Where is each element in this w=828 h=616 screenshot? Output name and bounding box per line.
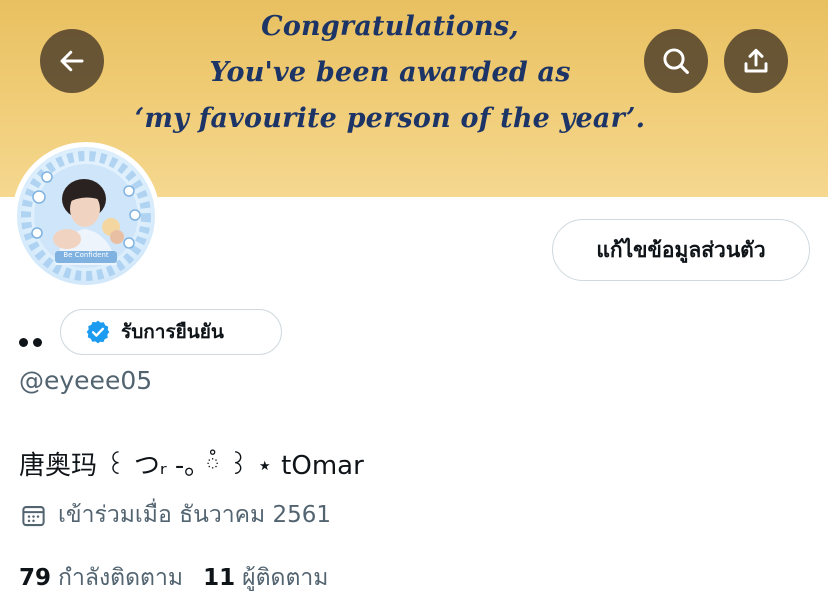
name-dot <box>19 338 28 347</box>
banner-text: Congratulations, You've been awarded as … <box>120 4 660 142</box>
avatar-illustration <box>21 151 151 281</box>
verified-badge-icon <box>86 320 110 344</box>
name-dot <box>33 338 42 347</box>
edit-profile-button[interactable]: แก้ไขข้อมูลส่วนตัว <box>552 219 810 281</box>
get-verified-label: รับการยืนยัน <box>121 321 224 343</box>
banner-line-2: You've been awarded as <box>209 57 571 88</box>
back-button[interactable] <box>40 29 104 93</box>
follow-stats: 79 กำลังติดตาม 11 ผู้ติดตาม <box>19 560 328 596</box>
arrow-left-icon <box>60 50 84 72</box>
profile-avatar[interactable]: Be Confident <box>12 142 160 290</box>
followers-label: ผู้ติดตาม <box>242 565 329 591</box>
get-verified-button[interactable]: รับการยืนยัน <box>60 309 282 355</box>
search-button[interactable] <box>644 29 708 93</box>
following-label: กำลังติดตาม <box>58 565 184 591</box>
share-button[interactable] <box>724 29 788 93</box>
calendar-icon <box>22 505 45 526</box>
avatar-image: Be Confident <box>17 147 155 285</box>
banner-line-1: Congratulations, <box>261 11 519 42</box>
following-count: 79 <box>19 565 52 591</box>
search-icon <box>663 48 689 74</box>
joined-text: เข้าร่วมเมื่อ ธันวาคม 2561 <box>58 502 332 528</box>
share-upload-icon <box>744 48 768 73</box>
profile-handle: @eyeee05 <box>19 366 153 395</box>
followers-stat[interactable]: 11 ผู้ติดตาม <box>203 560 328 596</box>
banner-line-3: ‘my favourite person of the year’. <box>134 103 646 134</box>
following-stat[interactable]: 79 กำลังติดตาม <box>19 560 183 596</box>
display-name <box>19 338 42 347</box>
followers-count: 11 <box>203 565 236 591</box>
avatar-caption: Be Confident <box>63 251 109 259</box>
joined-date: เข้าร่วมเมื่อ ธันวาคม 2561 <box>20 497 331 533</box>
